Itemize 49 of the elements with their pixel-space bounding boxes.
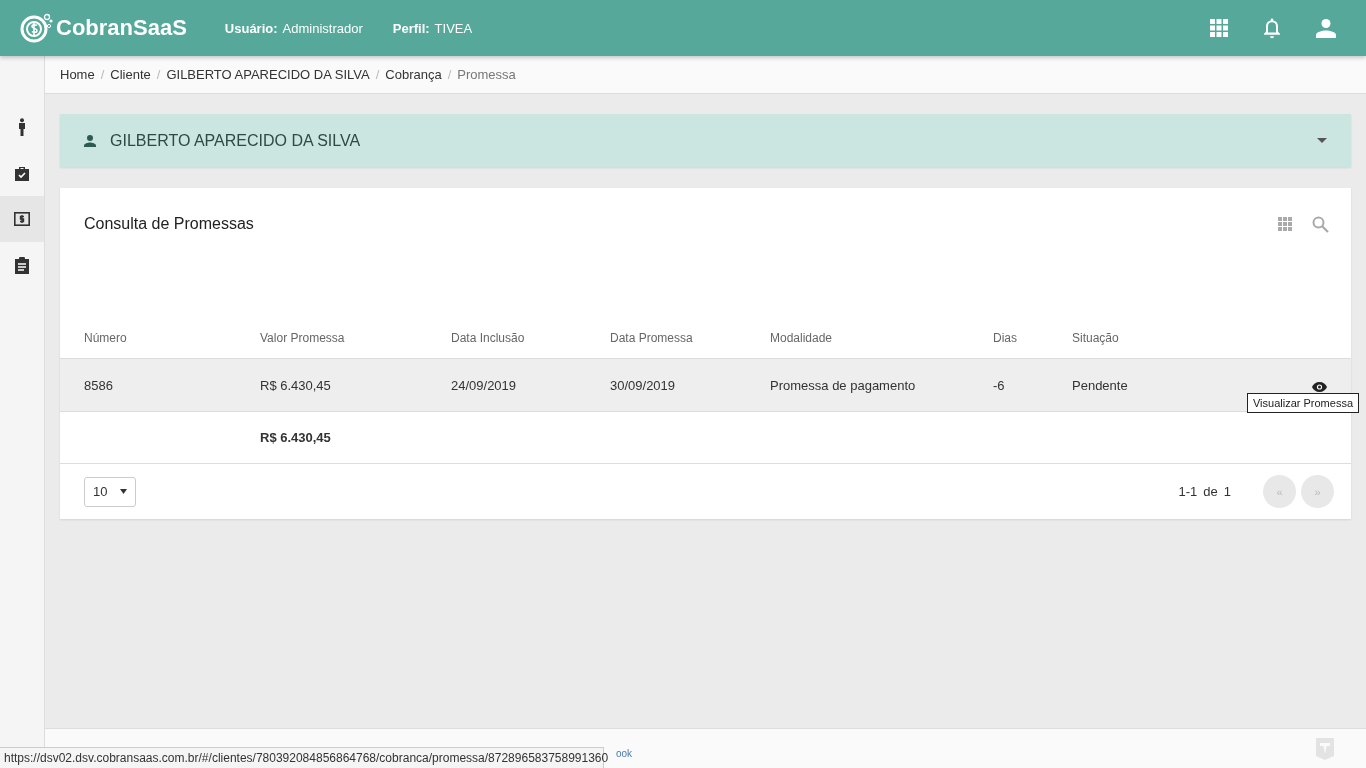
dropdown-caret-icon — [120, 489, 127, 494]
eye-icon[interactable] — [1312, 381, 1327, 392]
tooltip: Visualizar Promessa — [1246, 392, 1359, 413]
column-header[interactable]: Número — [84, 331, 260, 345]
client-name: GILBERTO APARECIDO DA SILVA — [110, 131, 361, 150]
table-cell-text: R$ 6.430,45 — [260, 377, 332, 393]
clipboard-icon — [15, 256, 29, 274]
footer-link[interactable]: ook — [616, 748, 633, 759]
breadcrumb-link[interactable]: Home — [60, 67, 95, 82]
column-header[interactable]: Modalidade — [770, 331, 993, 345]
side-menu-item[interactable] — [0, 196, 44, 242]
breadcrumb-separator: / — [100, 67, 105, 82]
person-icon — [84, 134, 96, 147]
column-header[interactable]: Data Promessa — [610, 331, 770, 345]
dropdown-caret-icon — [1317, 138, 1327, 143]
table-cell-text: Pendente — [1072, 377, 1129, 393]
column-header[interactable]: Data Inclusão — [451, 331, 610, 345]
table-cell-text: Promessa de pagamento — [770, 377, 917, 393]
breadcrumb-separator: / — [447, 67, 452, 82]
profile-name: TIVEA — [434, 20, 473, 36]
table-cell-text: -6 — [993, 377, 1006, 393]
breadcrumb-separator: / — [156, 67, 161, 82]
apps-grid-icon[interactable] — [1210, 19, 1228, 37]
breadcrumb-separator: / — [375, 67, 380, 82]
person-icon — [18, 118, 26, 136]
user-name: Administrador — [282, 20, 363, 36]
briefcase-check-icon — [14, 165, 30, 181]
user-label: Usuário: — [224, 20, 278, 36]
client-bar[interactable]: GILBERTO APARECIDO DA SILVA — [60, 114, 1351, 167]
table-cell-text: 30/09/2019 — [610, 377, 677, 393]
table-cell-text: 8586 — [84, 377, 114, 393]
card-title: Consulta de Promessas — [84, 215, 254, 233]
column-header[interactable]: Dias — [993, 331, 1072, 345]
page-size-select[interactable]: 10 — [84, 476, 136, 507]
page-count: 1 — [1223, 484, 1231, 499]
breadcrumb-link[interactable]: GILBERTO APARECIDO DA SILVA — [166, 67, 370, 82]
table-cell-text: 24/09/2019 — [451, 377, 518, 393]
coin-logo-icon — [20, 13, 54, 43]
page-range: 1-1 — [1178, 484, 1198, 499]
column-header[interactable]: Situação — [1072, 331, 1291, 345]
bell-icon[interactable] — [1262, 17, 1282, 39]
user-account-icon[interactable] — [1316, 18, 1336, 38]
profile-label: Perfil: — [392, 20, 430, 36]
page-of-label: de — [1203, 484, 1218, 499]
breadcrumb-link[interactable]: Cobrança — [385, 67, 442, 82]
breadcrumb-link[interactable]: Cliente — [110, 67, 151, 82]
total-amount: R$ 6.430,45 — [260, 430, 332, 445]
column-header[interactable]: Valor Promessa — [260, 331, 451, 345]
banknote-icon — [14, 212, 30, 226]
